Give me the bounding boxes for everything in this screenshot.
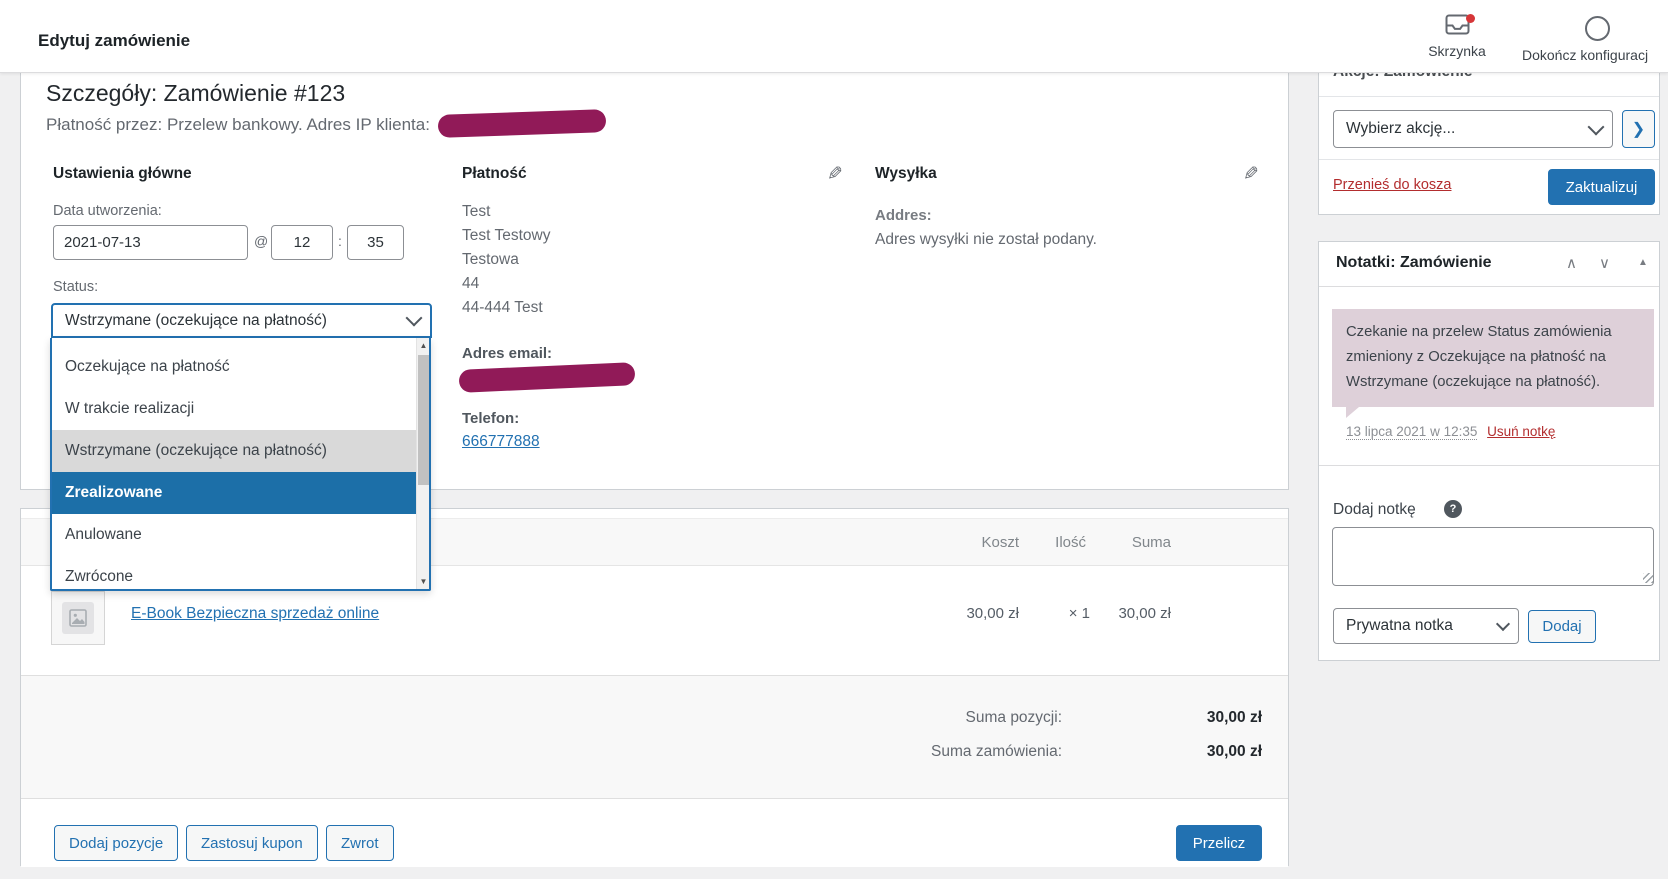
order-notes-panel: Notatki: Zamówienie ∧ ∨ ▲ Czekanie na pr…	[1318, 241, 1660, 661]
email-label: Adres email:	[462, 345, 552, 362]
woocommerce-edit-order-page: Akcje: Zamówienie Wybierz akcję... ❯ Prz…	[0, 0, 1668, 879]
payment-method-line: Płatność przez: Przelew bankowy. Adres I…	[46, 115, 430, 135]
redacted-email	[459, 362, 636, 393]
scroll-down-icon[interactable]: ▼	[417, 574, 430, 589]
note-meta: 13 lipca 2021 w 12:35 Usuń notkę	[1346, 424, 1555, 439]
column-header-cost: Koszt	[981, 534, 1019, 551]
order-total-label: Suma zamówienia:	[931, 743, 1062, 761]
status-option[interactable]: Zwrócone	[52, 556, 416, 589]
phone-label: Telefon:	[462, 410, 519, 427]
chevron-down-icon	[1496, 617, 1510, 631]
order-action-select-value: Wybierz akcję...	[1346, 120, 1455, 138]
divider	[1319, 465, 1659, 466]
items-subtotal-label: Suma pozycji:	[966, 709, 1062, 727]
note-type-select[interactable]: Prywatna notka	[1333, 608, 1519, 644]
status-option[interactable]: Anulowane	[52, 514, 416, 556]
chevron-down-icon	[1588, 118, 1605, 135]
billing-address-line: Testowa	[462, 251, 519, 269]
shipping-address-label: Addres:	[875, 207, 932, 224]
status-options: Oczekujące na płatność W trakcie realiza…	[52, 338, 416, 589]
refund-button[interactable]: Zwrot	[326, 825, 394, 861]
item-total: 30,00 zł	[1118, 605, 1171, 622]
order-status-select[interactable]: Wstrzymane (oczekujące na płatność)	[51, 303, 432, 338]
column-header-qty: Ilość	[1055, 534, 1086, 551]
notification-dot	[1466, 14, 1475, 23]
collapse-panel-icon[interactable]: ▲	[1638, 257, 1648, 268]
date-created-label: Data utworzenia:	[53, 203, 162, 219]
status-label: Status:	[53, 279, 98, 295]
divider	[1319, 96, 1659, 97]
recalculate-button[interactable]: Przelicz	[1176, 825, 1262, 861]
image-placeholder-icon	[62, 602, 94, 634]
order-total-value: 30,00 zł	[1207, 743, 1262, 761]
add-note-textarea[interactable]	[1332, 527, 1654, 586]
apply-coupon-button[interactable]: Zastosuj kupon	[186, 825, 318, 861]
inbox-label: Skrzynka	[1416, 43, 1498, 59]
add-note-button[interactable]: Dodaj	[1528, 610, 1596, 643]
inbox-button[interactable]: Skrzynka	[1416, 14, 1498, 59]
help-icon[interactable]: ?	[1444, 500, 1462, 518]
move-to-trash-link[interactable]: Przenieś do kosza	[1333, 177, 1451, 193]
delete-note-link[interactable]: Usuń notkę	[1487, 424, 1555, 439]
move-panel-up-icon[interactable]: ∧	[1566, 254, 1577, 272]
at-symbol: @	[254, 233, 268, 249]
product-link[interactable]: E-Book Bezpieczna sprzedaż online	[131, 605, 379, 623]
order-title: Szczegóły: Zamówienie #123	[46, 80, 345, 107]
status-dropdown-list: Oczekujące na płatność W trakcie realiza…	[50, 338, 431, 591]
redacted-ip-address	[438, 109, 607, 138]
order-status-select-value: Wstrzymane (oczekujące na płatność)	[65, 312, 327, 330]
billing-address-line: 44-444 Test	[462, 299, 543, 317]
setup-progress-icon	[1585, 16, 1610, 41]
edit-billing-icon[interactable]: ✎	[827, 165, 843, 184]
item-quantity: × 1	[1069, 605, 1090, 622]
order-totals: Suma pozycji: 30,00 zł Suma zamówienia: …	[21, 675, 1288, 798]
shipping-address-value: Adres wysyłki nie został podany.	[875, 231, 1097, 249]
add-items-button[interactable]: Dodaj pozycje	[54, 825, 178, 861]
inbox-icon	[1445, 22, 1470, 39]
items-actions-footer: Dodaj pozycje Zastosuj kupon Zwrot Przel…	[21, 798, 1288, 867]
order-hour-input[interactable]	[271, 225, 333, 260]
chevron-down-icon	[406, 310, 423, 327]
status-option-highlighted[interactable]: Zrealizowane	[52, 472, 416, 514]
column-header-total: Suma	[1132, 534, 1171, 551]
general-settings-heading: Ustawienia główne	[53, 165, 192, 183]
status-option[interactable]: Oczekujące na płatność	[52, 346, 416, 388]
run-action-icon: ❯	[1632, 121, 1645, 138]
edit-shipping-icon[interactable]: ✎	[1243, 165, 1259, 184]
run-action-button[interactable]: ❯	[1622, 110, 1655, 148]
order-date-input[interactable]	[53, 225, 248, 260]
phone-link[interactable]: 666777888	[462, 433, 540, 451]
billing-address-line: Test Testowy	[462, 227, 550, 245]
shipping-heading: Wysyłka	[875, 165, 937, 183]
billing-heading: Płatność	[462, 165, 527, 183]
scrollbar-thumb[interactable]	[418, 355, 429, 485]
item-cost: 30,00 zł	[966, 605, 1019, 622]
order-minute-input[interactable]	[347, 225, 404, 260]
update-order-button[interactable]: Zaktualizuj	[1548, 169, 1655, 205]
divider	[1319, 286, 1659, 287]
add-note-label: Dodaj notkę	[1333, 501, 1416, 519]
order-action-select[interactable]: Wybierz akcję...	[1333, 110, 1613, 148]
time-separator: :	[338, 233, 342, 249]
billing-address-line: 44	[462, 275, 479, 293]
billing-address-line: Test	[462, 203, 490, 221]
status-option-current[interactable]: Wstrzymane (oczekujące na płatność)	[52, 430, 416, 472]
status-option[interactable]: W trakcie realizacji	[52, 388, 416, 430]
dropdown-scrollbar[interactable]: ▲ ▼	[416, 338, 429, 589]
order-note: Czekanie na przelew Status zamówienia zm…	[1332, 309, 1654, 407]
items-subtotal-value: 30,00 zł	[1207, 709, 1262, 727]
finish-setup-label: Dokończ konfiguracj	[1522, 47, 1648, 63]
order-notes-heading: Notatki: Zamówienie	[1336, 254, 1492, 272]
note-type-select-value: Prywatna notka	[1346, 617, 1453, 635]
page-title: Edytuj zamówienie	[38, 31, 190, 51]
textarea-resize-handle[interactable]	[1643, 573, 1653, 583]
divider	[1319, 159, 1659, 160]
note-date: 13 lipca 2021 w 12:35	[1346, 424, 1477, 440]
product-thumbnail	[51, 591, 105, 645]
scroll-up-icon[interactable]: ▲	[417, 338, 430, 353]
admin-header: Edytuj zamówienie Skrzynka Dokończ konfi…	[0, 0, 1668, 73]
note-bubble-tail	[1346, 407, 1359, 418]
move-panel-down-icon[interactable]: ∨	[1599, 254, 1610, 272]
